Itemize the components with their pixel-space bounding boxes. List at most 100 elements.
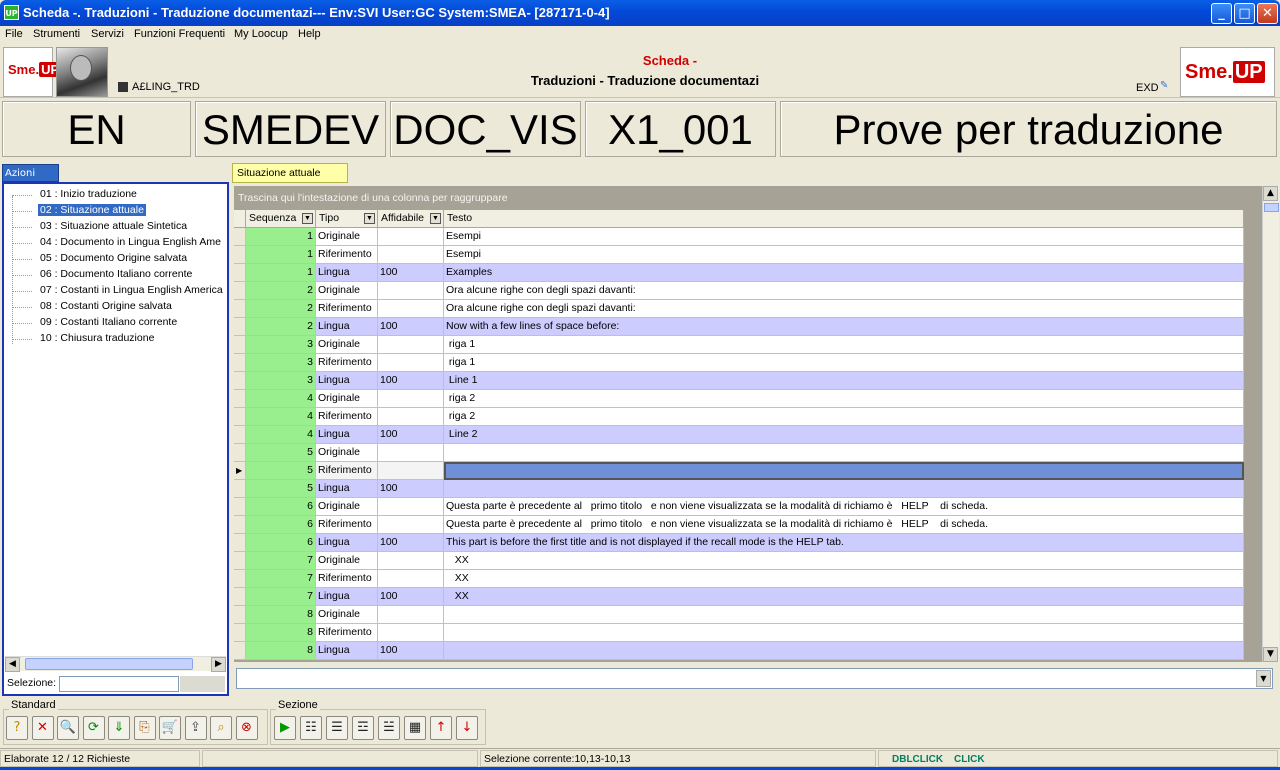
row-indicator[interactable] (234, 354, 246, 372)
row-indicator[interactable] (234, 498, 246, 516)
scroll-right-button[interactable]: ▶ (211, 657, 226, 672)
row-indicator[interactable] (234, 336, 246, 354)
cell-tipo[interactable]: Riferimento (316, 516, 378, 534)
cell-sequenza[interactable]: 4 (246, 390, 316, 408)
chevron-down-icon[interactable]: ▼ (364, 213, 375, 224)
menu-servizi[interactable]: Servizi (91, 28, 124, 40)
table-row[interactable]: 7 Originale XX (234, 552, 1262, 570)
cell-tipo[interactable]: Originale (316, 282, 378, 300)
cell-tipo[interactable]: Originale (316, 390, 378, 408)
cell-sequenza[interactable]: 8 (246, 606, 316, 624)
cell-affidabile[interactable] (378, 624, 444, 642)
table-row[interactable]: 1 Riferimento Esempi (234, 246, 1262, 264)
cell-affidabile[interactable] (378, 606, 444, 624)
cell-affidabile[interactable]: 100 (378, 318, 444, 336)
table-row[interactable]: 2 Originale Ora alcune righe con degli spa… (234, 282, 1262, 300)
cell-testo[interactable] (444, 444, 1244, 462)
current-row-pointer-icon[interactable]: ▶ (234, 462, 246, 480)
table-row[interactable]: 5 Lingua 100 (234, 480, 1262, 498)
cell-tipo[interactable]: Originale (316, 606, 378, 624)
table-row[interactable]: 1 Lingua 100 Examples (234, 264, 1262, 282)
cell-affidabile[interactable] (378, 498, 444, 516)
cell-sequenza[interactable]: 5 (246, 444, 316, 462)
cell-sequenza[interactable]: 4 (246, 426, 316, 444)
column-header-testo[interactable]: Testo (444, 210, 1244, 228)
cell-testo[interactable]: Questa parte è precedente al primo titol… (444, 516, 1244, 534)
cell-affidabile[interactable]: 100 (378, 372, 444, 390)
row-indicator[interactable] (234, 552, 246, 570)
cell-sequenza[interactable]: 4 (246, 408, 316, 426)
row-indicator[interactable] (234, 318, 246, 336)
play-icon[interactable]: ▶ (274, 716, 296, 740)
search-zoom-icon[interactable]: ⌕ (210, 716, 232, 740)
cell-testo[interactable]: riga 2 (444, 408, 1244, 426)
cell-affidabile[interactable] (378, 336, 444, 354)
cell-tipo[interactable]: Riferimento (316, 300, 378, 318)
cell-sequenza[interactable]: 6 (246, 534, 316, 552)
cell-testo[interactable]: riga 1 (444, 354, 1244, 372)
cell-sequenza[interactable]: 2 (246, 282, 316, 300)
export-icon[interactable]: ⎘ (133, 716, 156, 740)
azioni-tree-item[interactable]: 01 : Inizio traduzione (38, 188, 139, 200)
cell-affidabile[interactable] (378, 228, 444, 246)
menu-my-loocup[interactable]: My Loocup (234, 28, 288, 40)
cell-tipo[interactable]: Lingua (316, 264, 378, 282)
column-header-tipo[interactable]: Tipo ▼ (316, 210, 378, 228)
help-icon[interactable]: ? (6, 716, 28, 740)
row-indicator[interactable] (234, 264, 246, 282)
row-indicator[interactable] (234, 642, 246, 660)
cell-testo[interactable]: Line 1 (444, 372, 1244, 390)
magnifier-icon[interactable]: 🔍 (57, 716, 79, 740)
cell-testo[interactable] (444, 642, 1244, 660)
cell-affidabile[interactable]: 100 (378, 426, 444, 444)
cell-sequenza[interactable]: 3 (246, 354, 316, 372)
cell-sequenza[interactable]: 8 (246, 624, 316, 642)
scroll-thumb[interactable] (25, 658, 193, 670)
grid-icon[interactable]: ▦ (404, 716, 426, 740)
cell-affidabile[interactable] (378, 516, 444, 534)
menu-help[interactable]: Help (298, 28, 321, 40)
table-row[interactable]: 7 Riferimento XX (234, 570, 1262, 588)
tree-add-icon[interactable]: ☲ (352, 716, 374, 740)
cell-affidabile[interactable] (378, 354, 444, 372)
chevron-down-icon[interactable]: ▼ (1256, 670, 1271, 687)
minimize-button[interactable]: _ (1211, 3, 1232, 24)
tab-situazione-attuale[interactable]: Situazione attuale (232, 163, 348, 183)
cell-sequenza[interactable]: 3 (246, 336, 316, 354)
azioni-tree-item[interactable]: 06 : Documento Italiano corrente (38, 268, 194, 280)
azioni-tree-item[interactable]: 08 : Costanti Origine salvata (38, 300, 174, 312)
cell-testo[interactable]: Ora alcune righe con degli spazi davanti… (444, 300, 1244, 318)
azioni-tree-item[interactable]: 04 : Documento in Lingua English Ame (38, 236, 223, 248)
cell-testo[interactable] (444, 624, 1244, 642)
cell-tipo[interactable]: Lingua (316, 318, 378, 336)
table-row[interactable]: ▶ 5 Riferimento (234, 462, 1262, 480)
chevron-down-icon[interactable]: ▼ (302, 213, 313, 224)
row-indicator[interactable] (234, 534, 246, 552)
cell-tipo[interactable]: Lingua (316, 372, 378, 390)
cell-tipo[interactable]: Lingua (316, 588, 378, 606)
move-down-icon[interactable]: ↓ (456, 716, 478, 740)
cell-testo[interactable]: Line 2 (444, 426, 1244, 444)
table-row[interactable]: 8 Riferimento (234, 624, 1262, 642)
cell-testo[interactable]: riga 1 (444, 336, 1244, 354)
move-up-icon[interactable]: ↑ (430, 716, 452, 740)
cell-sequenza[interactable]: 6 (246, 498, 316, 516)
azioni-tree-item[interactable]: 05 : Documento Origine salvata (38, 252, 189, 264)
cell-tipo[interactable]: Lingua (316, 426, 378, 444)
cell-testo[interactable]: Esempi (444, 246, 1244, 264)
azioni-tree-item[interactable]: 02 : Situazione attuale (38, 204, 146, 216)
cell-testo[interactable] (444, 606, 1244, 624)
column-header-affidabile[interactable]: Affidabile ▼ (378, 210, 444, 228)
cell-tipo[interactable]: Riferimento (316, 354, 378, 372)
cell-affidabile[interactable]: 100 (378, 264, 444, 282)
row-indicator[interactable] (234, 246, 246, 264)
upload-icon[interactable]: ⇪ (184, 716, 207, 740)
cell-tipo[interactable]: Lingua (316, 534, 378, 552)
table-row[interactable]: 4 Originale riga 2 (234, 390, 1262, 408)
cell-testo[interactable]: XX (444, 588, 1244, 606)
table-row[interactable]: 6 Riferimento Questa parte è precedente al… (234, 516, 1262, 534)
row-indicator[interactable] (234, 390, 246, 408)
exd-icon[interactable]: ✎ (1160, 80, 1174, 92)
cell-tipo[interactable]: Originale (316, 228, 378, 246)
row-indicator[interactable] (234, 300, 246, 318)
